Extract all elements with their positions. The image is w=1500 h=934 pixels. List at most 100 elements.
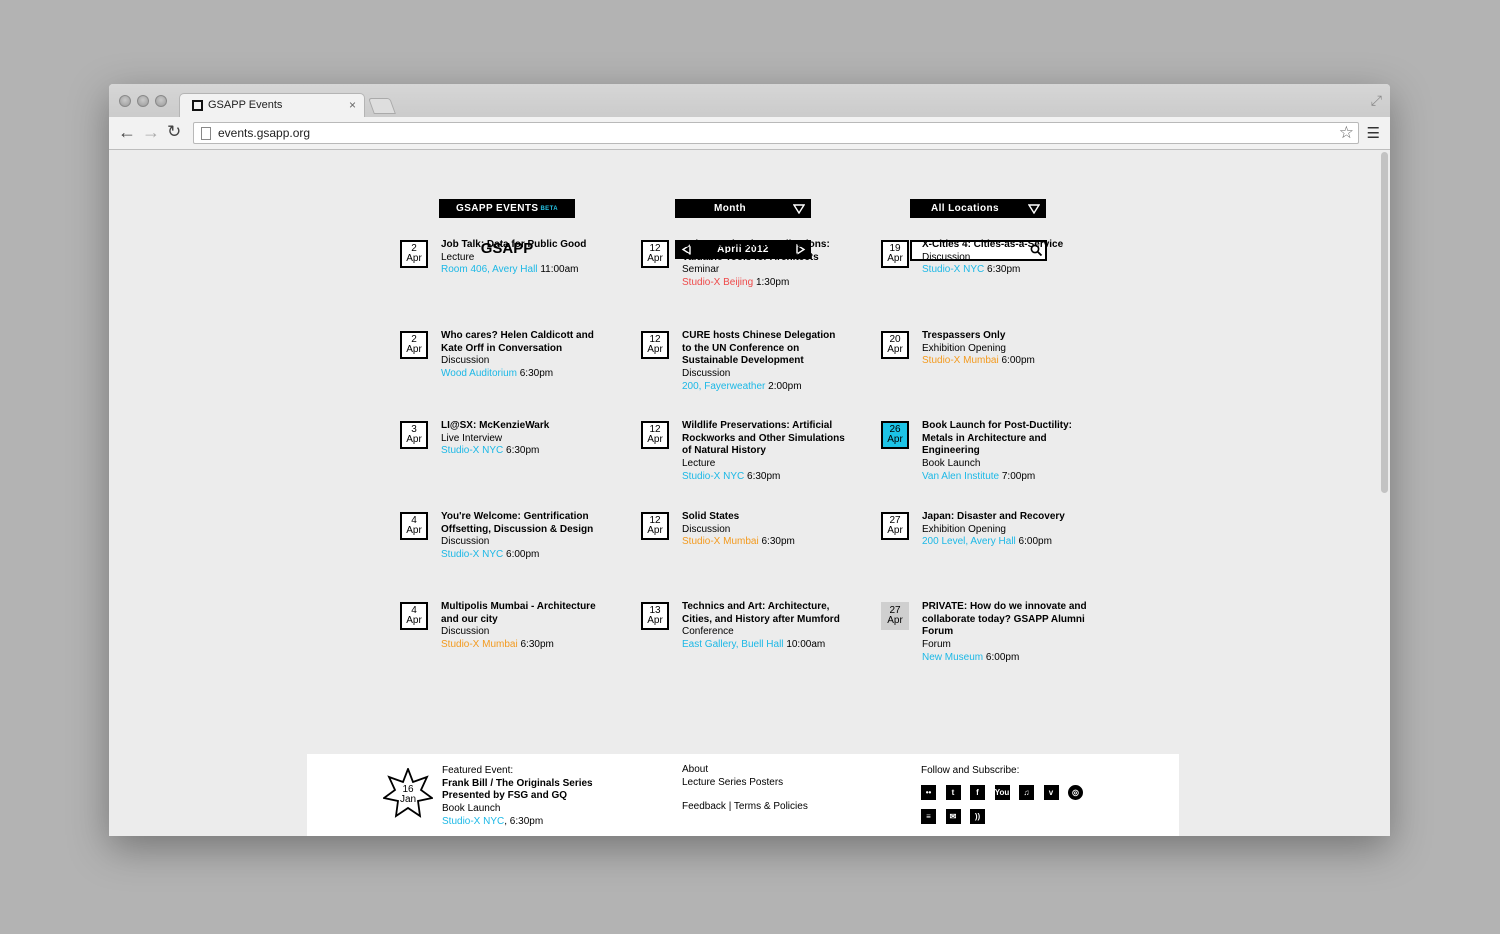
featured-label: Featured Event: (442, 765, 514, 776)
event-title[interactable]: Solid States (682, 511, 847, 524)
close-window-button[interactable] (119, 95, 131, 107)
event-details: Job Talk: Data for Public Good Lecture Roo… (441, 239, 606, 277)
event-title[interactable]: Trespassers Only (922, 330, 1087, 343)
event-time: 6:00pm (1018, 536, 1052, 548)
facebook-icon[interactable]: f (970, 785, 985, 800)
browser-tab[interactable]: GSAPP Events × (179, 93, 365, 117)
url-text[interactable]: events.gsapp.org (218, 126, 310, 140)
event-date-box: 12 Apr (641, 421, 669, 449)
zoom-window-button[interactable] (155, 95, 167, 107)
event-title[interactable]: Book Launch for Post-Ductility: Metals i… (922, 420, 1087, 458)
vimeo-icon[interactable]: v (1043, 785, 1059, 800)
location-dropdown[interactable]: All Locations (910, 199, 1046, 218)
event-title[interactable]: PRIVATE: How do we innovate and collabor… (922, 601, 1087, 639)
event-time: 6:30pm (506, 445, 540, 457)
event-type: Exhibition Opening (922, 342, 1006, 354)
itunes-icon[interactable]: ♫ (1019, 785, 1034, 800)
scrollbar[interactable] (1381, 152, 1388, 493)
event-month: Apr (647, 525, 663, 536)
event-title[interactable]: X-Cities 4: Cities-as-a-Service (922, 239, 1087, 252)
event-date-box: 27 Apr (881, 512, 909, 540)
featured-event: Featured Event: Frank Bill / The Origina… (442, 765, 622, 829)
event-type: Forum (922, 639, 951, 651)
event-title[interactable]: Japan: Disaster and Recovery (922, 511, 1087, 524)
brand-bar[interactable]: GSAPP EVENTS BETA (439, 199, 575, 218)
flickr-icon[interactable]: •• (921, 785, 936, 800)
bookmark-star-icon[interactable]: ☆ (1339, 123, 1354, 143)
event-time: 7:00pm (1001, 470, 1036, 482)
event-details: You're Welcome: Gentrification Offsettin… (441, 511, 606, 562)
event-month: Apr (647, 344, 663, 355)
featured-time: , 6:30pm (504, 815, 544, 827)
event-location[interactable]: Studio-X Mumbai (682, 536, 759, 547)
event-location[interactable]: Van Alen Institute (922, 471, 999, 482)
view-dropdown-label: Month (714, 203, 746, 214)
dropdown-arrow-icon (1028, 204, 1040, 214)
rss-icon[interactable]: )) (970, 809, 985, 824)
event-title[interactable]: LI@SX: McKenzieWark (441, 420, 606, 433)
event-type: Discussion (682, 523, 731, 535)
event-location[interactable]: Studio-X Beijing (682, 277, 753, 288)
event-location[interactable]: Studio-X Mumbai (441, 639, 518, 650)
event-title[interactable]: Multipolis Mumbai - Architecture and our… (441, 601, 606, 626)
footer-links: About Lecture Series Posters Feedback | … (682, 764, 808, 814)
featured-title[interactable]: Frank Bill / The Originals Series Presen… (442, 778, 622, 803)
link-separator: | (725, 801, 734, 813)
youtube-icon[interactable]: You (994, 785, 1010, 800)
event-location[interactable]: 200 Level, Avery Hall (922, 536, 1016, 547)
event-title[interactable]: CURE hosts Chinese Delegation to the UN … (682, 330, 847, 368)
view-dropdown[interactable]: Month (675, 199, 811, 218)
reload-icon[interactable]: ↻ (167, 123, 181, 140)
event-time: 6:30pm (747, 470, 781, 482)
tab-close-icon[interactable]: × (349, 98, 356, 112)
event-title[interactable]: You're Welcome: Gentrification Offsettin… (441, 511, 606, 536)
event-location[interactable]: Studio-X NYC (922, 264, 984, 275)
forward-icon[interactable]: → (142, 123, 160, 141)
event-title[interactable]: Colour and Colour Collections: Valuable … (682, 239, 847, 264)
feedback-link[interactable]: Feedback (682, 801, 726, 812)
event-month: Apr (406, 253, 422, 264)
email-icon[interactable]: ✉ (945, 809, 961, 824)
new-tab-button[interactable] (368, 98, 396, 114)
event-location[interactable]: Studio-X NYC (682, 471, 744, 482)
dropdown-arrow-icon (793, 204, 805, 214)
event-month: Apr (406, 344, 422, 355)
event-details: Japan: Disaster and Recovery Exhibition O… (922, 511, 1087, 549)
event-location[interactable]: Studio-X NYC (441, 549, 503, 560)
fullscreen-icon[interactable]: ⤢ (1371, 92, 1382, 109)
address-bar[interactable]: events.gsapp.org ☆ (193, 122, 1359, 144)
event-time: 6:30pm (761, 536, 795, 548)
event-title[interactable]: Wildlife Preservations: Artificial Rockw… (682, 420, 847, 458)
browser-toolbar: ← → ↻ events.gsapp.org ☆ ☰ (109, 117, 1390, 150)
event-location[interactable]: Studio-X NYC (441, 445, 503, 456)
featured-date: 16 Jan (383, 785, 433, 805)
event-details: CURE hosts Chinese Delegation to the UN … (682, 330, 847, 394)
favicon-icon (192, 100, 203, 111)
event-location[interactable]: 200, Fayerweather (682, 381, 765, 392)
tumblr-icon[interactable]: t (945, 785, 961, 800)
page-icon (201, 127, 211, 140)
featured-location[interactable]: Studio-X NYC (442, 816, 504, 827)
terms-link[interactable]: Terms & Policies (734, 801, 808, 812)
about-link[interactable]: About (682, 764, 808, 777)
event-location[interactable]: East Gallery, Buell Hall (682, 639, 784, 650)
event-title[interactable]: Technics and Art: Architecture, Cities, … (682, 601, 847, 626)
gsapp-icon[interactable]: ◎ (1068, 785, 1083, 800)
event-location[interactable]: Room 406, Avery Hall (441, 264, 538, 275)
event-type: Lecture (682, 458, 716, 470)
event-time: 6:30pm (520, 639, 554, 651)
event-title[interactable]: Job Talk: Data for Public Good (441, 239, 606, 252)
event-date-box: 2 Apr (400, 331, 428, 359)
menu-icon[interactable]: ☰ (1367, 124, 1380, 142)
event-title[interactable]: Who cares? Helen Caldicott and Kate Orff… (441, 330, 606, 355)
event-location[interactable]: Studio-X Mumbai (922, 355, 999, 366)
minimize-window-button[interactable] (137, 95, 149, 107)
event-details: Solid States Discussion Studio-X Mumbai 6:… (682, 511, 847, 549)
footer: 16 Jan Featured Event: Frank Bill / The … (307, 754, 1179, 836)
event-location[interactable]: New Museum (922, 652, 983, 663)
posters-link[interactable]: Lecture Series Posters (682, 777, 808, 790)
news-icon[interactable]: ≡ (921, 809, 936, 824)
event-details: X-Cities 4: Cities-as-a-Service Discussio… (922, 239, 1087, 277)
back-icon[interactable]: ← (118, 123, 136, 141)
event-location[interactable]: Wood Auditorium (441, 368, 517, 379)
